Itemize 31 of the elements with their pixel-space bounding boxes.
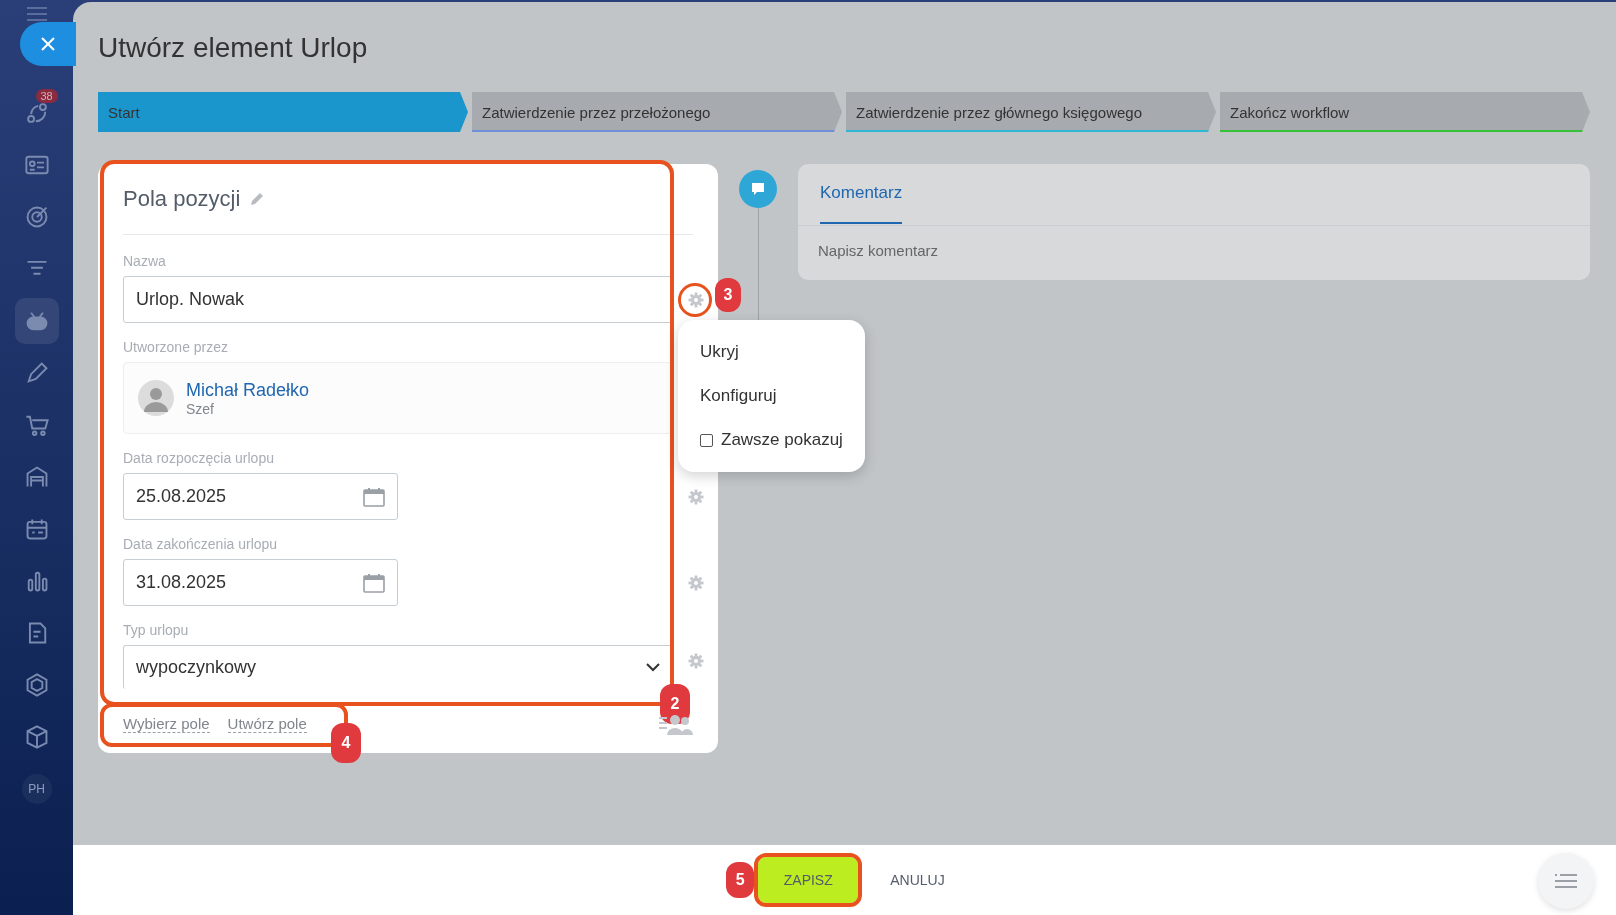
field-label: Data zakończenia urlopu [123, 536, 279, 552]
annotation-badge: 4 [331, 723, 361, 763]
dropdown-field[interactable]: wypoczynkowy [123, 645, 673, 689]
stage-tab[interactable]: Zatwierdzenie przez głównego księgowego [846, 92, 1216, 132]
sidebar-item[interactable]: PH [21, 774, 52, 804]
field-link[interactable]: Wybierz pole [123, 715, 210, 733]
field-label: Nazwa [123, 253, 167, 269]
sidebar-item[interactable]: 38 [14, 90, 59, 136]
field-label: Data rozpoczęcia urlopu [123, 450, 275, 466]
stage-tab[interactable]: Zakończ workflow [1220, 92, 1590, 132]
annotation-badge: 5 [726, 862, 755, 898]
menu-item[interactable]: Zawsze pokazuj [678, 418, 865, 462]
user-role: Szef [186, 400, 215, 417]
user-name[interactable]: Michał Radełko [186, 379, 310, 401]
date-field[interactable]: 25.08.2025 [123, 473, 398, 520]
stage-tab[interactable]: Zatwierdzenie przez przełożonego [472, 92, 842, 132]
date-field[interactable]: 31.08.2025 [123, 559, 398, 606]
count-badge: 38 [35, 89, 58, 103]
stage-tab[interactable]: Start [98, 92, 468, 132]
comment-field[interactable]: Napisz komentarz [798, 226, 1590, 275]
menu-item[interactable]: Ukryj [678, 330, 865, 374]
annotation-badge: 3 [715, 277, 741, 312]
window-title: Utwórz element Urlop [98, 32, 369, 64]
card-title: Pola pozycji [123, 186, 241, 212]
cancel-button[interactable]: ANULUJ [872, 857, 963, 903]
menu-item[interactable]: Konfiguruj [678, 374, 865, 418]
field-link[interactable]: Utwórz pole [227, 715, 307, 733]
field-label: Typ urlopu [123, 622, 190, 638]
comment-tab[interactable]: Komentarz [820, 164, 903, 224]
menu-item-label: Zawsze pokazuj [721, 430, 843, 450]
text-field[interactable]: Urlop. Nowak [123, 276, 673, 323]
